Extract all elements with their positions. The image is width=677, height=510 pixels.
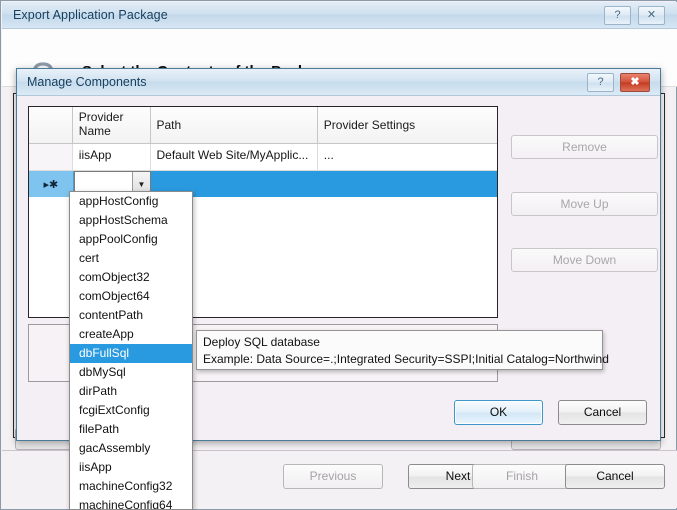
cell-provider-settings[interactable]: ... xyxy=(317,144,497,170)
modal-titlebar: Manage Components ? ✖ xyxy=(17,69,660,96)
column-header-rowselector xyxy=(29,107,73,143)
dropdown-item-iisapp[interactable]: iisApp xyxy=(70,458,192,477)
cell-path[interactable]: Default Web Site/MyApplic... xyxy=(150,144,318,170)
wizard-titlebar: Export Application Package ? ✕ xyxy=(2,2,677,29)
cell-provider-name[interactable]: iisApp xyxy=(72,144,151,170)
provider-name-dropdown-list[interactable]: appHostConfig appHostSchema appPoolConfig c… xyxy=(69,191,193,510)
tooltip-line-2: Example: Data Source=.;Integrated Securi… xyxy=(203,352,609,366)
dropdown-item-cert[interactable]: cert xyxy=(70,249,192,268)
move-up-button[interactable]: Move Up xyxy=(511,192,658,216)
new-cell-provider-settings[interactable] xyxy=(318,171,497,197)
dropdown-item-apphostconfig[interactable]: appHostConfig xyxy=(70,192,192,211)
close-icon[interactable]: ✕ xyxy=(638,6,665,25)
dropdown-item-comobject64[interactable]: comObject64 xyxy=(70,287,192,306)
cancel-button[interactable]: Cancel xyxy=(558,400,647,425)
dropdown-item-comobject32[interactable]: comObject32 xyxy=(70,268,192,287)
dropdown-item-machineconfig64[interactable]: machineConfig64 xyxy=(70,496,192,509)
remove-button[interactable]: Remove xyxy=(511,135,658,159)
finish-button[interactable]: Finish xyxy=(472,464,572,489)
wizard-cancel-button[interactable]: Cancel xyxy=(565,464,665,489)
dropdown-item-dbfullsql[interactable]: dbFullSql xyxy=(70,344,192,363)
dropdown-item-filepath[interactable]: filePath xyxy=(70,420,192,439)
dropdown-item-dbmysql[interactable]: dbMySql xyxy=(70,363,192,382)
ok-button[interactable]: OK xyxy=(454,400,543,425)
move-down-button[interactable]: Move Down xyxy=(511,248,658,272)
grid-header-row: Provider Name Path Provider Settings xyxy=(29,107,497,144)
column-header-path[interactable]: Path xyxy=(150,107,318,143)
dropdown-item-apphostschema[interactable]: appHostSchema xyxy=(70,211,192,230)
dropdown-item-gacassembly[interactable]: gacAssembly xyxy=(70,439,192,458)
dropdown-item-dirpath[interactable]: dirPath xyxy=(70,382,192,401)
column-header-provider-settings[interactable]: Provider Settings xyxy=(317,107,497,143)
modal-title: Manage Components xyxy=(27,75,147,89)
dropdown-item-contentpath[interactable]: contentPath xyxy=(70,306,192,325)
tooltip-line-1: Deploy SQL database xyxy=(203,335,320,349)
help-icon[interactable]: ? xyxy=(604,6,631,25)
dropdown-item-createapp[interactable]: createApp xyxy=(70,325,192,344)
previous-button[interactable]: Previous xyxy=(283,464,383,489)
column-header-provider-name-label: Provider Name xyxy=(78,110,124,138)
provider-tooltip: Deploy SQL database Example: Data Source… xyxy=(196,330,609,370)
row-selector-cell[interactable] xyxy=(29,144,73,170)
new-row-indicator-icon[interactable]: ▸✱ xyxy=(29,171,74,197)
column-header-provider-name[interactable]: Provider Name xyxy=(72,107,151,143)
dropdown-item-machineconfig32[interactable]: machineConfig32 xyxy=(70,477,192,496)
dropdown-item-fcgiextconfig[interactable]: fcgiExtConfig xyxy=(70,401,192,420)
table-row[interactable]: iisApp Default Web Site/MyApplic... ... xyxy=(29,144,497,171)
dropdown-item-apppoolconfig[interactable]: appPoolConfig xyxy=(70,230,192,249)
modal-close-icon[interactable]: ✖ xyxy=(620,73,650,92)
wizard-title: Export Application Package xyxy=(13,8,168,22)
modal-help-icon[interactable]: ? xyxy=(587,73,614,92)
